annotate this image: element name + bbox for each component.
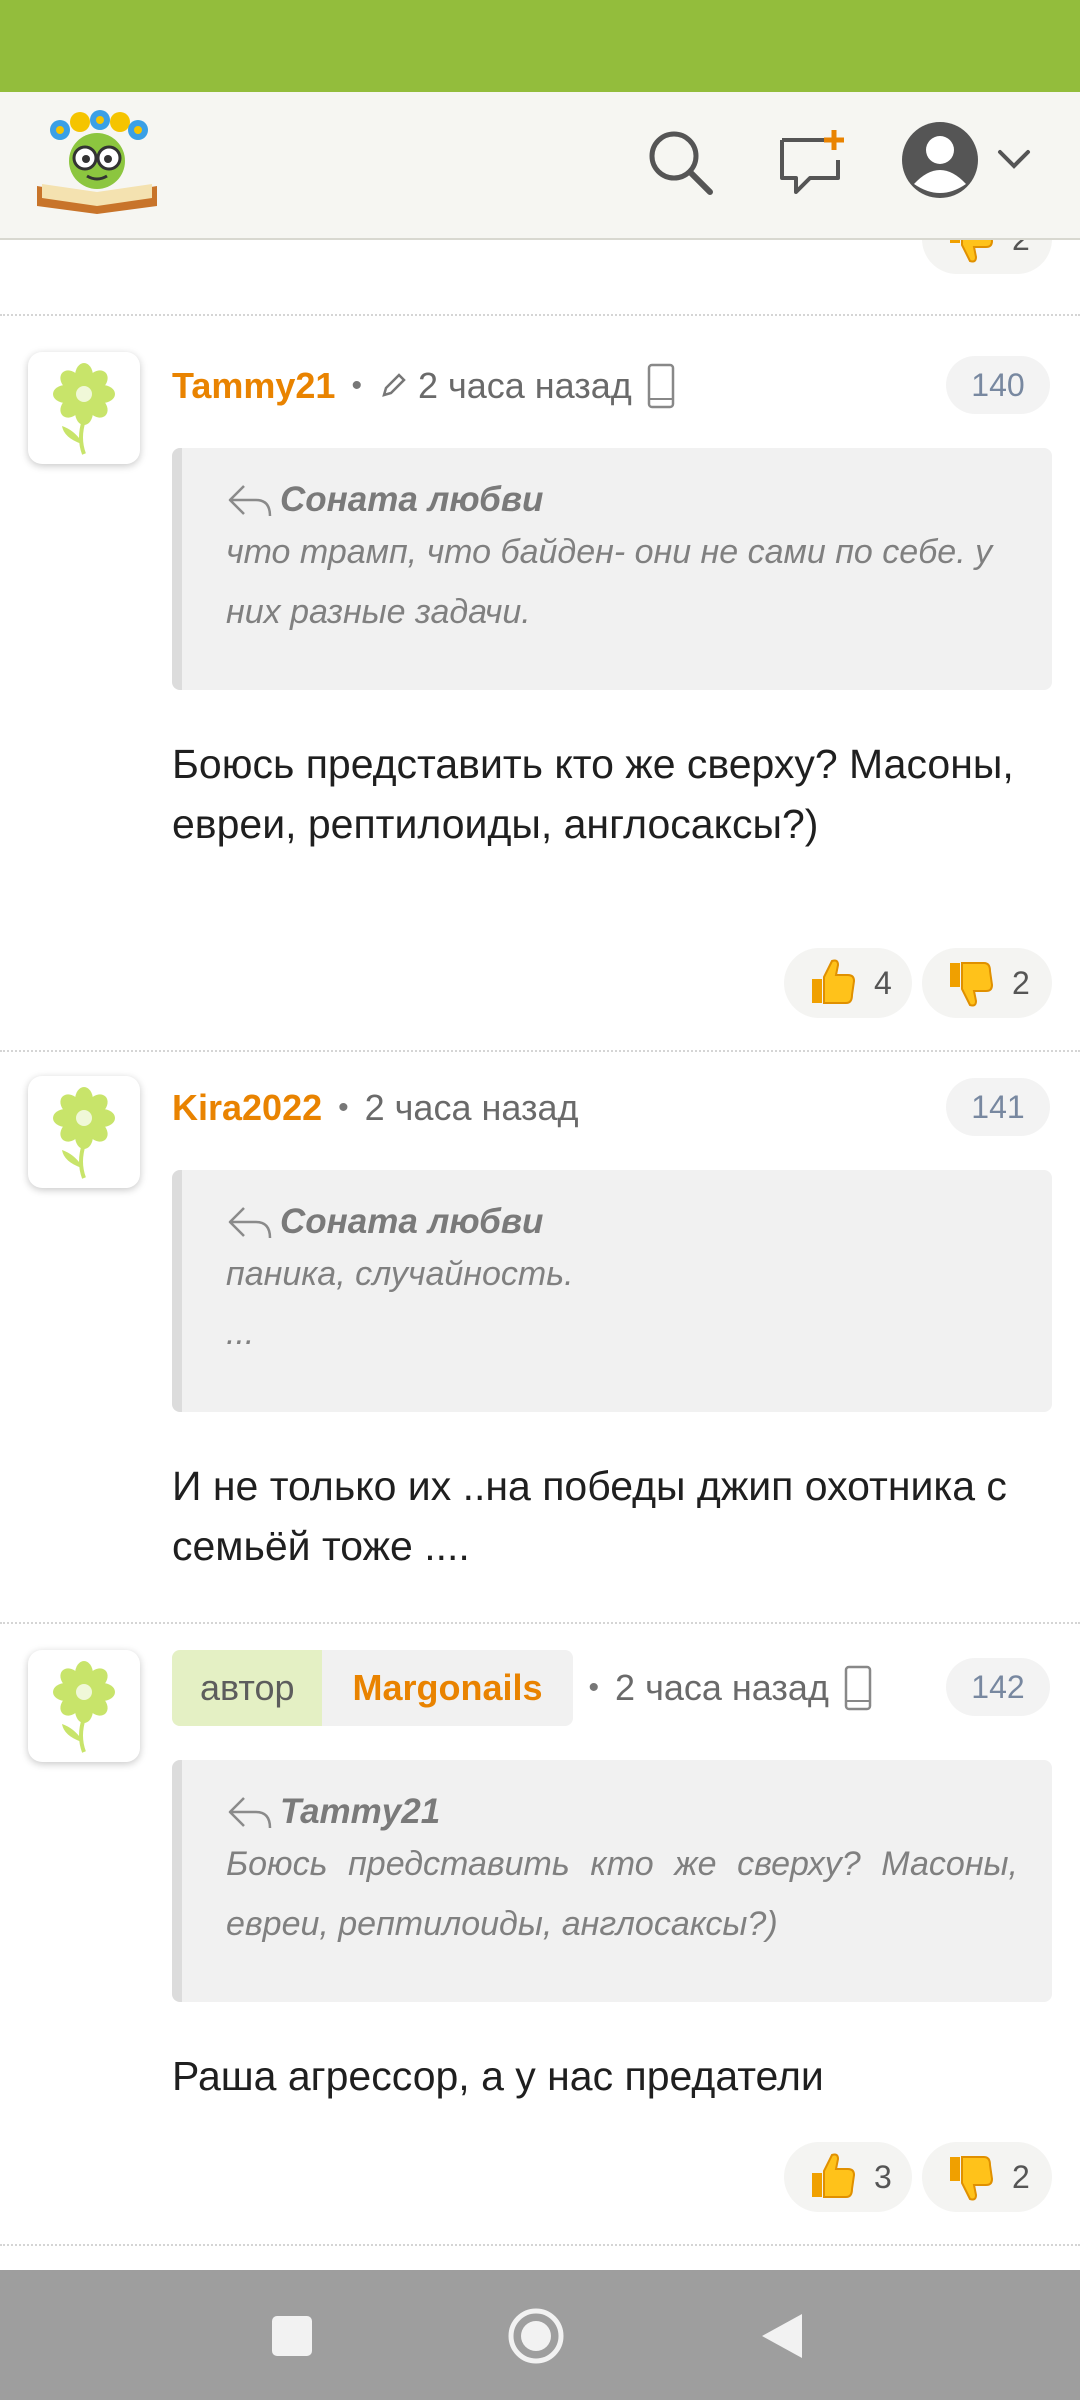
like-button[interactable]: 3 [784,2142,912,2212]
username-link[interactable]: Margonails [322,1650,572,1726]
comment-time: 2 часа назад [615,1667,829,1708]
comment-number[interactable]: 142 [946,1658,1050,1716]
dislike-count: 2 [1012,964,1030,1001]
reply-arrow-icon [228,1797,272,1829]
quote-block: Tammy21 Боюсь представить кто же сверху?… [172,1760,1052,2002]
back-icon[interactable] [742,2296,822,2376]
comment-number[interactable]: 140 [946,356,1050,414]
divider [0,1050,1080,1052]
quote-author-name: Tammy21 [280,1792,441,1831]
dislike-count: 2 [1012,240,1030,258]
like-count: 4 [874,964,892,1001]
like-button[interactable]: 4 [784,948,912,1018]
dislike-button[interactable]: 2 [922,948,1052,1018]
mobile-device-icon [647,363,675,409]
profile-menu-button[interactable] [900,118,1050,208]
comment-time: 2 часа назад [364,1087,579,1128]
thumbs-up-icon [812,2153,856,2198]
home-icon[interactable] [496,2296,576,2376]
comment-meta: автор Margonails • 2 часа назад [172,1650,873,1726]
status-bar [0,0,1080,92]
app-header [0,92,1080,240]
separator-dot: • [351,369,362,402]
separator-dot: • [338,1091,349,1124]
author-pill: автор Margonails [172,1650,573,1726]
comments-list: 2 Tammy21 • 2 часа назад 140 Соната любв… [0,240,1080,2270]
dislike-button[interactable]: 2 [922,240,1052,274]
avatar[interactable] [28,352,140,464]
thumbs-down-icon [950,962,994,1007]
username-link[interactable]: Kira2022 [172,1087,322,1129]
divider [0,2244,1080,2246]
thumbs-down-icon [950,240,994,263]
quote-more[interactable]: ... [226,1304,1018,1362]
separator-dot: • [588,1671,600,1704]
quote-text: что трамп, что байден- они не сами по се… [226,533,993,631]
quote-block: Соната любви что трамп, что байден- они … [172,448,1052,690]
new-post-icon[interactable] [772,122,852,202]
comment-time: 2 часа назад [417,365,632,406]
divider [0,314,1080,316]
comment-meta: Tammy21 • 2 часа назад [172,356,676,416]
avatar[interactable] [28,1076,140,1188]
comment-text: И не только их ..на победы джип охотника… [172,1463,1007,1569]
divider [0,1622,1080,1624]
flower-icon [53,363,115,455]
comment-text: Раша агрессор, а у нас предатели [172,2053,824,2099]
search-icon[interactable] [640,122,720,202]
quote-author: Соната любви [226,1202,1018,1242]
system-nav-bar [0,2270,1080,2400]
recent-apps-icon[interactable] [252,2296,332,2376]
reply-arrow-icon [228,485,272,517]
quote-author: Tammy21 [226,1792,1018,1832]
site-logo[interactable] [32,106,162,216]
author-tag: автор [172,1650,323,1726]
thumbs-down-icon [950,2156,994,2201]
quote-author-name: Соната любви [280,1202,544,1241]
edited-pencil-icon [382,373,406,397]
flower-icon [53,1661,115,1753]
like-count: 3 [874,2158,892,2195]
quote-block: Соната любви паника, случайность. ... [172,1170,1052,1412]
reply-arrow-icon [228,1207,272,1239]
quote-text: паника, случайность. [226,1255,574,1293]
flower-icon [53,1087,115,1179]
thumbs-up-icon [812,959,856,1004]
dislike-button[interactable]: 2 [922,2142,1052,2212]
quote-author-name: Соната любви [280,480,544,519]
username-link[interactable]: Tammy21 [172,365,335,407]
comment-number[interactable]: 141 [946,1078,1050,1136]
quote-author: Соната любви [226,480,1018,520]
avatar[interactable] [28,1650,140,1762]
comment-text: Боюсь представить кто же сверху? Масоны,… [172,741,1014,847]
comment-meta: Kira2022 • 2 часа назад [172,1078,579,1138]
mobile-device-icon [844,1665,872,1711]
quote-text: Боюсь представить кто же сверху? Масоны,… [226,1845,1018,1943]
dislike-count: 2 [1012,2158,1030,2195]
